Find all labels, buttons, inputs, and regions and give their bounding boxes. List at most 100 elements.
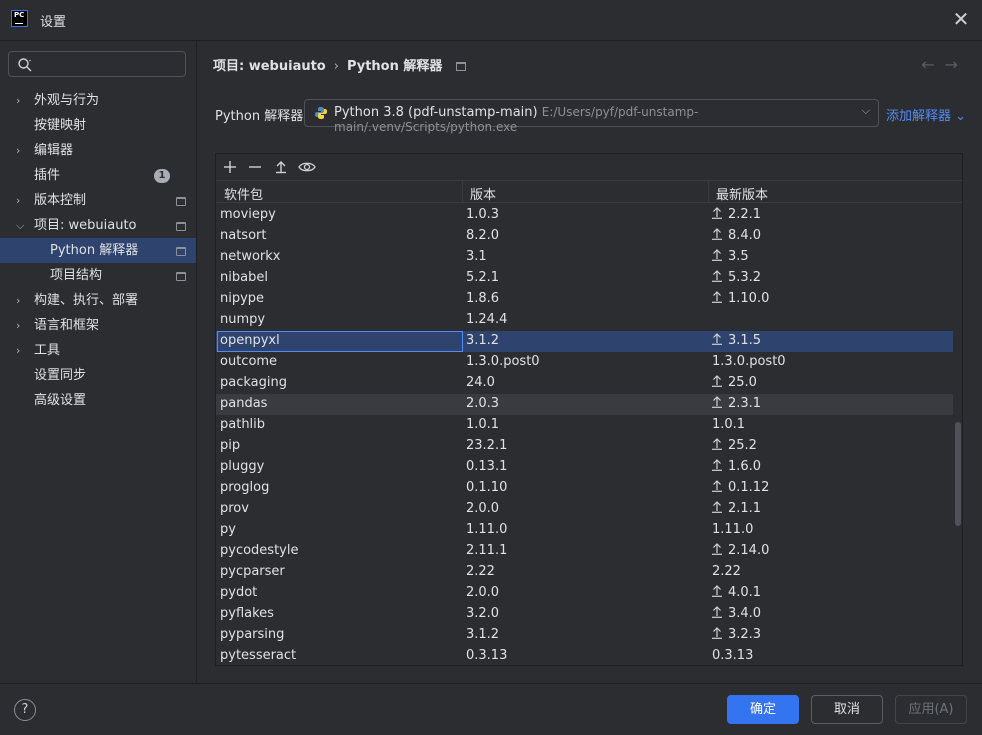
package-latest: 0.1.12: [712, 480, 769, 495]
add-interpreter-link[interactable]: 添加解释器 ⌄: [886, 105, 966, 124]
sidebar-item-label: 语言和框架: [34, 318, 100, 333]
table-row[interactable]: openpyxl 3.1.2 3.1.5: [216, 331, 953, 352]
sidebar-item-11[interactable]: 设置同步: [0, 363, 196, 388]
upgrade-available-icon[interactable]: [712, 228, 722, 240]
upgrade-available-icon[interactable]: [712, 291, 722, 303]
ok-button[interactable]: 确定: [727, 695, 799, 724]
table-row[interactable]: packaging 24.0 25.0: [216, 373, 953, 394]
add-icon[interactable]: [220, 157, 240, 177]
chevron-right-icon[interactable]: ›: [16, 288, 26, 313]
sidebar-item-8[interactable]: › 构建、执行、部署: [0, 288, 196, 313]
table-row[interactable]: pycparser 2.22 2.22: [216, 562, 953, 583]
upgrade-icon[interactable]: [271, 157, 291, 177]
table-row[interactable]: pip 23.2.1 25.2: [216, 436, 953, 457]
latest-version-text: 0.3.13: [712, 648, 754, 663]
sidebar-item-2[interactable]: › 编辑器: [0, 138, 196, 163]
column-divider[interactable]: [462, 181, 463, 203]
sidebar-item-7[interactable]: 项目结构: [0, 263, 196, 288]
sidebar-item-9[interactable]: › 语言和框架: [0, 313, 196, 338]
upgrade-available-icon[interactable]: [712, 606, 722, 618]
sidebar-item-3[interactable]: 插件 1: [0, 163, 196, 188]
close-icon[interactable]: ✕: [950, 8, 972, 30]
table-row[interactable]: prov 2.0.0 2.1.1: [216, 499, 953, 520]
latest-version-text: 1.3.0.post0: [712, 354, 786, 369]
table-row[interactable]: pyparsing 3.1.2 3.2.3: [216, 625, 953, 646]
upgrade-available-icon[interactable]: [712, 543, 722, 555]
upgrade-available-icon[interactable]: [712, 501, 722, 513]
upgrade-available-icon[interactable]: [712, 375, 722, 387]
back-arrow-icon[interactable]: ←: [921, 55, 944, 74]
table-row[interactable]: pathlib 1.0.1 1.0.1: [216, 415, 953, 436]
table-row[interactable]: proglog 0.1.10 0.1.12: [216, 478, 953, 499]
header-latest[interactable]: 最新版本: [716, 184, 768, 203]
package-version: 3.1: [466, 249, 487, 264]
table-row[interactable]: pyflakes 3.2.0 3.4.0: [216, 604, 953, 625]
upgrade-available-icon[interactable]: [712, 333, 722, 345]
upgrade-available-icon[interactable]: [712, 459, 722, 471]
python-icon: [315, 107, 327, 119]
table-row[interactable]: outcome 1.3.0.post0 1.3.0.post0: [216, 352, 953, 373]
table-row[interactable]: nipype 1.8.6 1.10.0: [216, 289, 953, 310]
latest-version-text: 1.10.0: [728, 291, 770, 306]
upgrade-available-icon[interactable]: [712, 480, 722, 492]
sidebar-item-6[interactable]: Python 解释器: [0, 238, 196, 263]
chevron-right-icon[interactable]: ›: [16, 88, 26, 113]
chevron-right-icon[interactable]: ›: [16, 338, 26, 363]
column-divider[interactable]: [708, 181, 709, 203]
chevron-right-icon[interactable]: ›: [16, 188, 26, 213]
table-header: 软件包 版本 最新版本: [216, 180, 962, 203]
table-row[interactable]: networkx 3.1 3.5: [216, 247, 953, 268]
remove-icon[interactable]: [245, 157, 265, 177]
table-row[interactable]: pandas 2.0.3 2.3.1: [216, 394, 953, 415]
upgrade-available-icon[interactable]: [712, 627, 722, 639]
package-latest: 8.4.0: [712, 228, 761, 243]
breadcrumb-project[interactable]: 项目: webuiauto: [213, 59, 326, 74]
package-name: pip: [220, 438, 241, 453]
table-row[interactable]: moviepy 1.0.3 2.2.1: [216, 205, 953, 226]
table-row[interactable]: pydot 2.0.0 4.0.1: [216, 583, 953, 604]
table-row[interactable]: natsort 8.2.0 8.4.0: [216, 226, 953, 247]
package-name: numpy: [220, 312, 266, 327]
interpreter-select[interactable]: Python 3.8 (pdf-unstamp-main) E:/Users/p…: [304, 99, 879, 134]
upgrade-available-icon[interactable]: [712, 585, 722, 597]
table-row[interactable]: numpy 1.24.4: [216, 310, 953, 331]
table-row[interactable]: pluggy 0.13.1 1.6.0: [216, 457, 953, 478]
chevron-down-icon[interactable]: ⌵: [16, 213, 26, 238]
header-version[interactable]: 版本: [470, 184, 496, 203]
breadcrumb-separator-icon: ›: [333, 59, 339, 74]
package-latest: 25.0: [712, 375, 757, 390]
interpreter-label: Python 解释器:: [215, 109, 308, 124]
sidebar-item-5[interactable]: ⌵ 项目: webuiauto: [0, 213, 196, 238]
chevron-right-icon[interactable]: ›: [16, 138, 26, 163]
upgrade-available-icon[interactable]: [712, 270, 722, 282]
header-package[interactable]: 软件包: [224, 184, 263, 203]
table-row[interactable]: pytesseract 0.3.13 0.3.13: [216, 646, 953, 665]
chevron-right-icon[interactable]: ›: [16, 313, 26, 338]
scrollbar-thumb[interactable]: [955, 422, 961, 526]
upgrade-available-icon[interactable]: [712, 396, 722, 408]
settings-search[interactable]: [8, 51, 186, 77]
upgrade-available-icon[interactable]: [712, 249, 722, 261]
sidebar-item-12[interactable]: 高级设置: [0, 388, 196, 413]
sidebar-item-10[interactable]: › 工具: [0, 338, 196, 363]
search-input[interactable]: [39, 55, 183, 75]
apply-button[interactable]: 应用(A): [895, 695, 967, 724]
latest-version-text: 8.4.0: [728, 228, 762, 243]
sidebar-item-0[interactable]: › 外观与行为: [0, 88, 196, 113]
sidebar-item-label: 版本控制: [34, 193, 87, 208]
help-icon[interactable]: ?: [14, 699, 36, 721]
upgrade-available-icon[interactable]: [712, 207, 722, 219]
forward-arrow-icon[interactable]: →: [945, 55, 968, 74]
table-row[interactable]: py 1.11.0 1.11.0: [216, 520, 953, 541]
latest-version-text: 3.4.0: [728, 606, 762, 621]
eye-icon[interactable]: [297, 157, 317, 177]
sidebar-item-4[interactable]: › 版本控制: [0, 188, 196, 213]
table-row[interactable]: nibabel 5.2.1 5.3.2: [216, 268, 953, 289]
pin-icon: [456, 62, 467, 71]
sidebar-item-label: 项目结构: [50, 268, 103, 283]
search-icon: [18, 58, 32, 72]
cancel-button[interactable]: 取消: [811, 695, 883, 724]
table-row[interactable]: pycodestyle 2.11.1 2.14.0: [216, 541, 953, 562]
upgrade-available-icon[interactable]: [712, 438, 722, 450]
sidebar-item-1[interactable]: 按键映射: [0, 113, 196, 138]
